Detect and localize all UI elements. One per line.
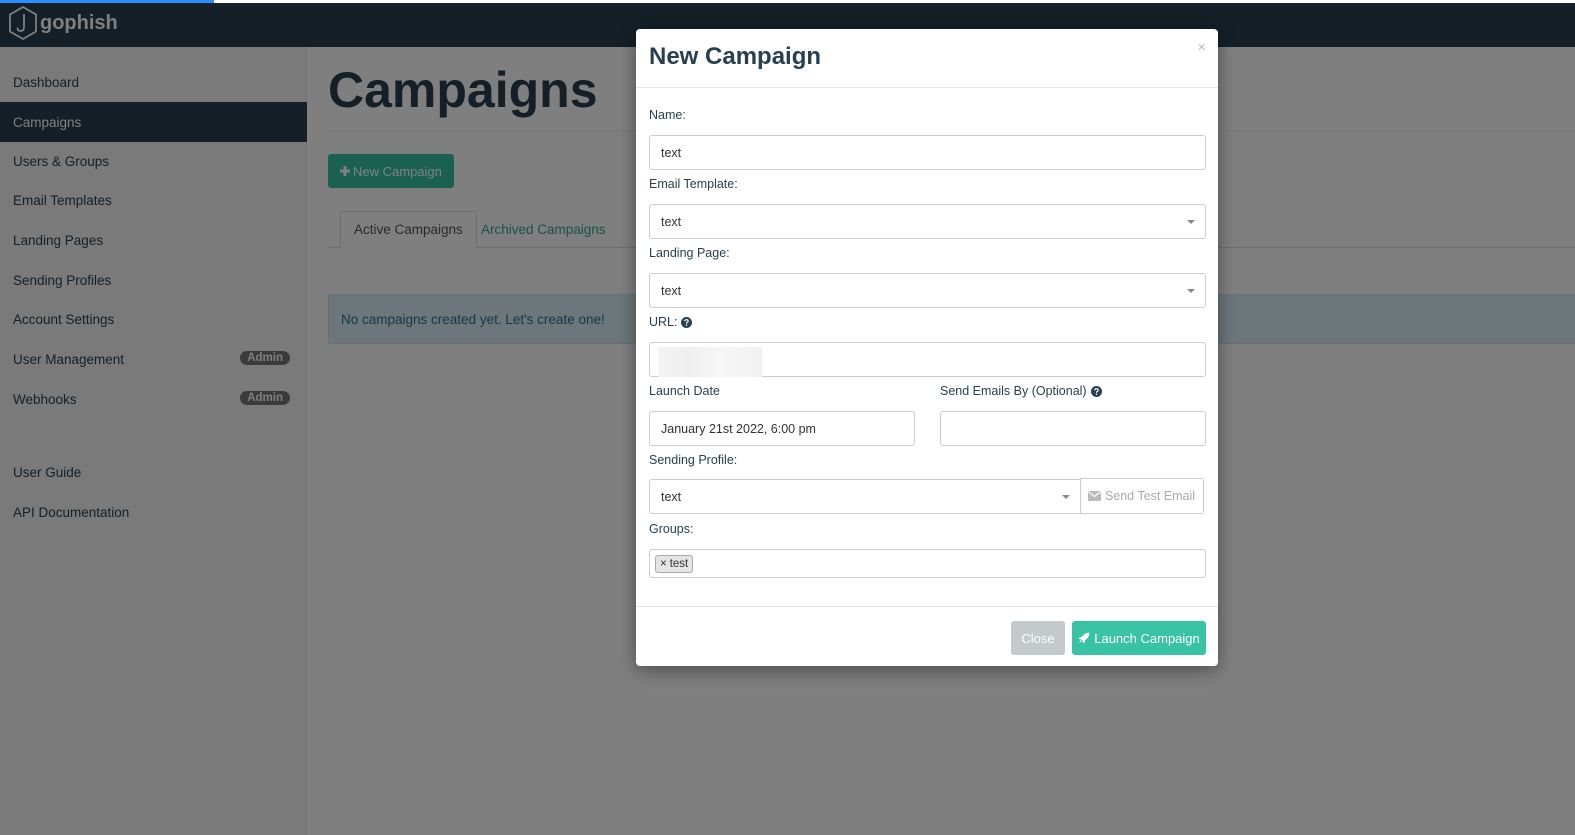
launch-date-label: Launch Date — [649, 384, 720, 398]
launch-date-value: January 21st 2022, 6:00 pm — [661, 421, 816, 436]
page-loading-bar — [0, 0, 214, 3]
name-value: text — [661, 145, 682, 160]
email-template-select[interactable]: text — [649, 204, 1206, 239]
launch-date-input[interactable]: January 21st 2022, 6:00 pm — [649, 411, 915, 446]
send-test-email-label: Send Test Email — [1104, 489, 1196, 503]
modal-footer: Close Launch Campaign — [636, 606, 1218, 666]
sending-profile-select[interactable]: text — [649, 479, 1081, 514]
groups-input[interactable]: × test — [649, 549, 1206, 578]
send-test-email-button[interactable]: Send Test Email — [1080, 478, 1204, 514]
url-label: URL: — [649, 315, 693, 329]
question-circle-icon[interactable] — [1090, 385, 1102, 397]
close-icon[interactable]: × — [1197, 39, 1206, 56]
launch-campaign-label: Launch Campaign — [1094, 630, 1200, 646]
question-circle-icon[interactable] — [681, 316, 693, 328]
send-by-label-text: Send Emails By (Optional) — [940, 384, 1087, 398]
chevron-down-icon — [1187, 289, 1195, 293]
modal-title: New Campaign — [649, 43, 822, 70]
url-input[interactable] — [649, 342, 1206, 377]
envelope-icon — [1087, 491, 1101, 501]
launch-campaign-button[interactable]: Launch Campaign — [1072, 621, 1206, 655]
name-label: Name: — [649, 108, 686, 122]
send-by-label: Send Emails By (Optional) — [940, 384, 1102, 398]
email-template-value: text — [661, 214, 682, 229]
name-input[interactable]: text — [649, 135, 1206, 170]
group-tag: × test — [655, 555, 694, 573]
modal-header: New Campaign × — [636, 29, 1218, 88]
landing-page-label: Landing Page: — [649, 246, 730, 260]
chevron-down-icon — [1187, 220, 1195, 224]
send-by-input[interactable] — [940, 411, 1206, 446]
new-campaign-modal: New Campaign × Name: text Email Template… — [636, 29, 1218, 666]
sending-profile-label: Sending Profile: — [649, 453, 738, 467]
chevron-down-icon — [1062, 495, 1070, 499]
landing-page-select[interactable]: text — [649, 273, 1206, 308]
url-label-text: URL: — [649, 315, 678, 329]
group-tag-label: test — [669, 558, 689, 570]
email-template-label: Email Template: — [649, 177, 738, 191]
groups-label: Groups: — [649, 522, 694, 536]
landing-page-value: text — [661, 283, 682, 298]
rocket-icon — [1078, 632, 1090, 644]
page-loading-track — [214, 0, 1575, 3]
sending-profile-value: text — [661, 489, 682, 504]
remove-tag-icon[interactable]: × — [660, 558, 667, 570]
close-button[interactable]: Close — [1011, 621, 1065, 655]
redacted-url — [658, 347, 762, 377]
